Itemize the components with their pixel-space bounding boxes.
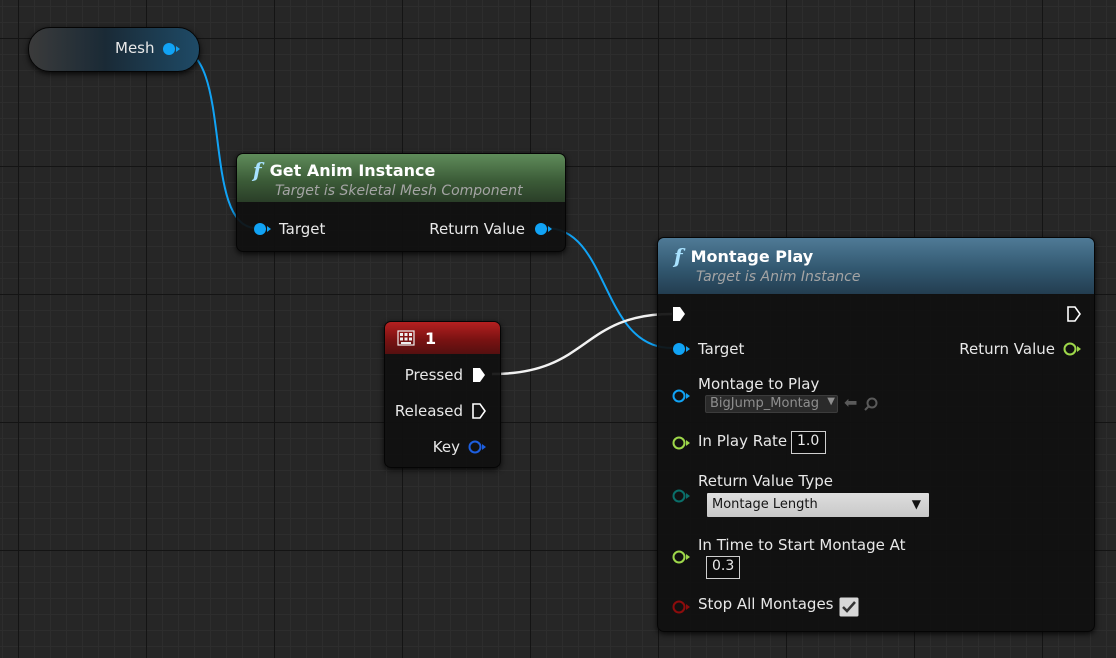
montage-asset-dropdown[interactable]: BigJump_Montag ▼: [705, 395, 838, 413]
key-event-node[interactable]: 1 Pressed Released Key: [384, 321, 501, 468]
return-value-type-pin[interactable]: [671, 488, 691, 504]
montage-play-target-label: Target: [698, 340, 745, 358]
get-anim-instance-return-pin[interactable]: [533, 221, 553, 237]
get-anim-instance-title: Get Anim Instance: [269, 160, 436, 180]
montage-play-title: Montage Play: [690, 246, 814, 266]
montage-play-exec-out-pin[interactable]: [1066, 305, 1082, 323]
montage-play-return-pin[interactable]: [1062, 341, 1082, 357]
montage-to-play-label: Montage to Play: [698, 375, 820, 393]
key-released-exec-pin[interactable]: [471, 402, 487, 420]
montage-asset-value: BigJump_Montag: [710, 396, 819, 411]
montage-to-play-pin[interactable]: [671, 388, 691, 404]
mesh-output-pin[interactable]: [162, 41, 180, 57]
in-play-rate-pin[interactable]: [671, 435, 691, 451]
key-pressed-label: Pressed: [404, 366, 463, 384]
keyboard-icon: [397, 330, 415, 346]
stop-all-montages-label: Stop All Montages: [698, 595, 834, 613]
return-value-type-selected: Montage Length: [712, 497, 818, 512]
in-time-to-start-input[interactable]: 0.3: [706, 556, 740, 579]
montage-play-exec-in-pin[interactable]: [671, 305, 687, 323]
in-play-rate-input[interactable]: 1.0: [791, 431, 826, 454]
return-value-type-dropdown[interactable]: Montage Length ▼: [706, 492, 930, 518]
montage-play-target-pin[interactable]: [671, 341, 691, 357]
in-play-rate-value: 1.0: [797, 433, 820, 449]
in-play-rate-label: In Play Rate: [698, 432, 788, 450]
montage-play-subtitle: Target is Anim Instance: [696, 269, 861, 285]
chevron-down-icon: ▼: [827, 396, 835, 407]
key-event-title: 1: [425, 328, 437, 348]
mesh-label: Mesh: [115, 39, 155, 57]
get-anim-instance-node[interactable]: f Get Anim Instance Target is Skeletal Me…: [236, 153, 566, 252]
return-value-type-label: Return Value Type: [698, 472, 833, 490]
in-time-to-start-value: 0.3: [712, 558, 735, 574]
key-struct-pin[interactable]: [467, 439, 487, 455]
chevron-down-icon: ▼: [911, 497, 921, 511]
montage-play-return-label: Return Value: [959, 340, 1055, 358]
get-anim-instance-target-label: Target: [279, 220, 326, 238]
function-icon: f: [674, 244, 683, 268]
stop-all-montages-pin[interactable]: [671, 599, 691, 615]
key-released-label: Released: [394, 402, 463, 420]
key-event-header: 1: [385, 322, 500, 354]
montage-play-header: f Montage Play Target is Anim Instance: [658, 238, 1094, 294]
get-anim-instance-subtitle: Target is Skeletal Mesh Component: [275, 183, 523, 199]
key-pressed-exec-pin[interactable]: [471, 366, 487, 384]
function-icon: f: [253, 158, 262, 182]
wire-exec-pressed: [491, 312, 673, 376]
use-selected-asset-icon[interactable]: ⬅: [844, 393, 857, 412]
get-anim-instance-return-label: Return Value: [429, 220, 525, 238]
mesh-node[interactable]: Mesh: [28, 27, 200, 72]
get-anim-instance-target-pin[interactable]: [252, 221, 272, 237]
browse-asset-icon[interactable]: [864, 397, 878, 411]
in-time-to-start-label: In Time to Start Montage At: [698, 536, 906, 554]
in-time-to-start-pin[interactable]: [671, 549, 691, 565]
montage-play-node[interactable]: f Montage Play Target is Anim Instance Ta…: [657, 237, 1095, 632]
get-anim-instance-header: f Get Anim Instance Target is Skeletal Me…: [237, 154, 565, 202]
stop-all-montages-checkbox[interactable]: [838, 596, 860, 618]
key-key-label: Key: [432, 438, 460, 456]
